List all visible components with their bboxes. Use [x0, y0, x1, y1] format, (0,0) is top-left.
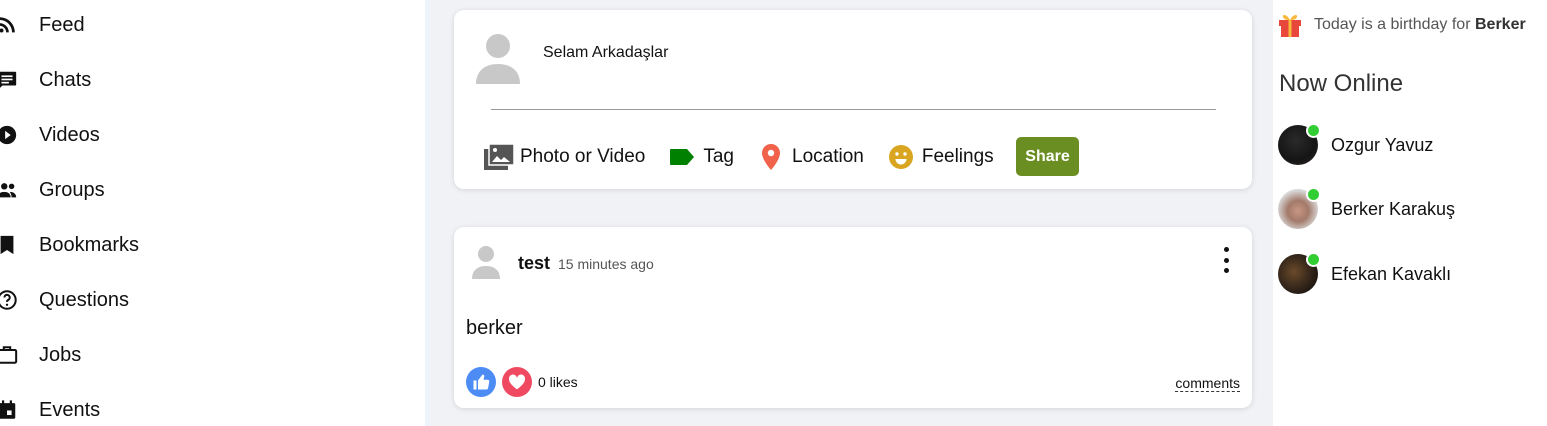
online-indicator: [1306, 187, 1321, 202]
heart-button[interactable]: [502, 367, 532, 397]
comments-link[interactable]: comments: [1175, 375, 1240, 392]
feed: Selam Arkadaşlar Photo or Video Tag Loca…: [429, 0, 1273, 426]
briefcase-icon: [0, 344, 18, 366]
sidebar-item-label: Bookmarks: [39, 233, 140, 256]
sidebar-item-label: Videos: [39, 123, 100, 146]
like-count: 0 likes: [538, 374, 578, 390]
online-indicator: [1306, 123, 1321, 138]
post-card: test 15 minutes ago berker 0 likes comme…: [454, 227, 1252, 408]
post-timestamp: 15 minutes ago: [558, 256, 654, 272]
post-username[interactable]: test: [518, 253, 550, 274]
share-button[interactable]: Share: [1016, 137, 1079, 176]
photo-video-option[interactable]: Photo or Video: [484, 143, 645, 171]
share-options: Photo or Video Tag Location Feelings: [484, 137, 1016, 177]
tag-option[interactable]: Tag: [667, 143, 734, 171]
photo-library-icon: [484, 143, 514, 171]
heart-icon: [508, 374, 526, 390]
option-label: Tag: [703, 146, 734, 167]
avatar: [1278, 252, 1321, 294]
sidebar-item-label: Chats: [39, 68, 92, 91]
online-friend[interactable]: Ozgur Yavuz: [1278, 123, 1434, 165]
online-indicator: [1306, 252, 1321, 267]
option-label: Location: [792, 146, 864, 167]
gift-icon: [1279, 15, 1301, 37]
friend-name: Ozgur Yavuz: [1331, 134, 1434, 155]
thumbs-up-icon: [473, 374, 490, 390]
emoji-icon: [886, 143, 916, 171]
feelings-option[interactable]: Feelings: [886, 143, 994, 171]
option-label: Photo or Video: [520, 146, 646, 167]
birthday-name[interactable]: Berker: [1475, 16, 1526, 34]
left-sidebar: Feed Chats Videos Groups Bookmarks Quest…: [0, 0, 425, 426]
sidebar-item-label: Groups: [39, 178, 105, 201]
label-tag-icon: [667, 143, 697, 171]
avatar: [1278, 187, 1321, 229]
chat-icon: [0, 69, 18, 91]
online-friend[interactable]: Berker Karakuş: [1278, 187, 1456, 229]
friend-name: Berker Karakuş: [1331, 198, 1456, 219]
calendar-icon: [0, 399, 18, 421]
sidebar-item-label: Feed: [39, 13, 85, 36]
post-avatar: [472, 246, 500, 279]
rss-icon: [0, 14, 18, 36]
share-input[interactable]: Selam Arkadaşlar: [543, 44, 668, 62]
share-divider: [491, 109, 1216, 110]
help-circle-icon: [0, 289, 18, 311]
location-pin-icon: [756, 143, 786, 171]
like-button[interactable]: [466, 367, 496, 397]
post-text: berker: [466, 317, 523, 339]
user-avatar: [476, 34, 520, 84]
online-friend[interactable]: Efekan Kavaklı: [1278, 252, 1452, 294]
sidebar-item-label: Events: [39, 398, 101, 421]
play-circle-icon: [0, 124, 18, 146]
right-sidebar: Today is a birthday for Berker Now Onlin…: [1273, 0, 1547, 426]
group-icon: [0, 179, 18, 201]
option-label: Feelings: [921, 146, 994, 167]
birthday-text: Today is a birthday for: [1314, 16, 1471, 33]
online-title: Now Online: [1279, 70, 1404, 97]
birthday-banner: Today is a birthday for Berker: [1278, 10, 1526, 40]
avatar: [1278, 123, 1321, 165]
sidebar-item-label: Jobs: [39, 343, 82, 366]
share-box: Selam Arkadaşlar Photo or Video Tag Loca…: [454, 10, 1252, 189]
more-vert-icon[interactable]: [1220, 247, 1232, 273]
sidebar-item-label: Questions: [39, 288, 130, 311]
location-option[interactable]: Location: [756, 143, 864, 171]
bookmark-icon: [0, 234, 18, 256]
friend-name: Efekan Kavaklı: [1331, 263, 1452, 284]
